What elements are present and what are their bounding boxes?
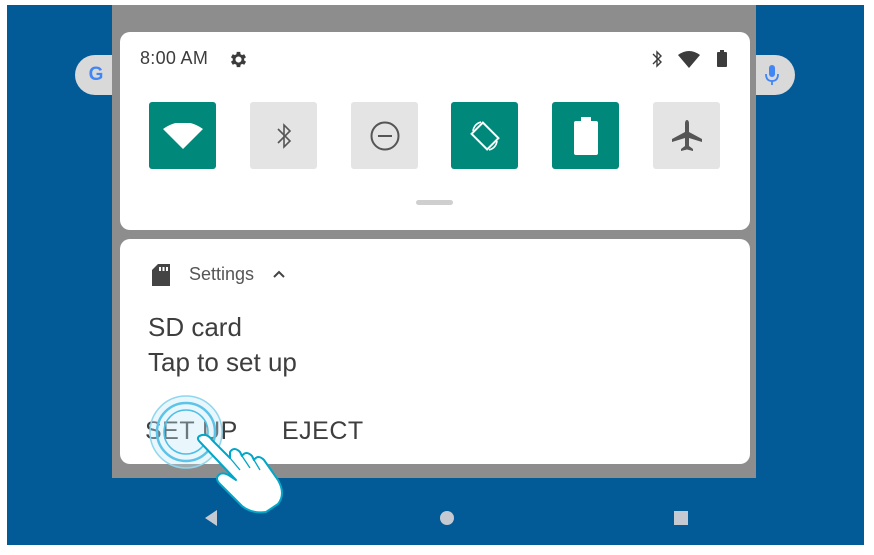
mic-icon[interactable] [762, 62, 782, 88]
notification-text: Tap to set up [148, 347, 297, 377]
recents-button[interactable] [674, 511, 688, 525]
tile-do-not-disturb[interactable] [351, 102, 418, 169]
do-not-disturb-icon [370, 121, 399, 150]
eject-button[interactable]: EJECT [282, 417, 364, 446]
bluetooth-status-icon [652, 50, 662, 68]
notification-app-name: Settings [189, 264, 255, 284]
notification-title: SD card [148, 312, 242, 342]
battery-icon [573, 116, 598, 155]
tile-airplane-mode[interactable] [653, 102, 720, 169]
home-button[interactable] [440, 511, 454, 525]
sd-card-icon [152, 264, 170, 286]
auto-rotate-icon [469, 120, 500, 151]
wifi-status-icon [678, 51, 700, 68]
back-button[interactable] [203, 509, 219, 527]
gear-icon[interactable] [228, 49, 249, 70]
bluetooth-icon [276, 122, 291, 149]
sd-card-notification[interactable]: Settings SD card Tap to set up SET UP EJ… [120, 239, 750, 464]
setup-button[interactable]: SET UP [145, 417, 238, 446]
expand-handle[interactable] [416, 200, 453, 205]
wifi-icon [162, 122, 203, 149]
airplane-icon [671, 119, 702, 151]
status-time: 8:00 AM [140, 48, 209, 68]
tile-auto-rotate[interactable] [451, 102, 518, 169]
tile-bluetooth[interactable] [250, 102, 317, 169]
tile-wifi[interactable] [149, 102, 216, 169]
quick-settings-panel: 8:00 AM [120, 32, 750, 230]
tile-battery-saver[interactable] [552, 102, 619, 169]
chevron-up-icon[interactable] [272, 269, 286, 279]
battery-status-icon [717, 50, 727, 67]
google-logo: G [88, 64, 104, 85]
